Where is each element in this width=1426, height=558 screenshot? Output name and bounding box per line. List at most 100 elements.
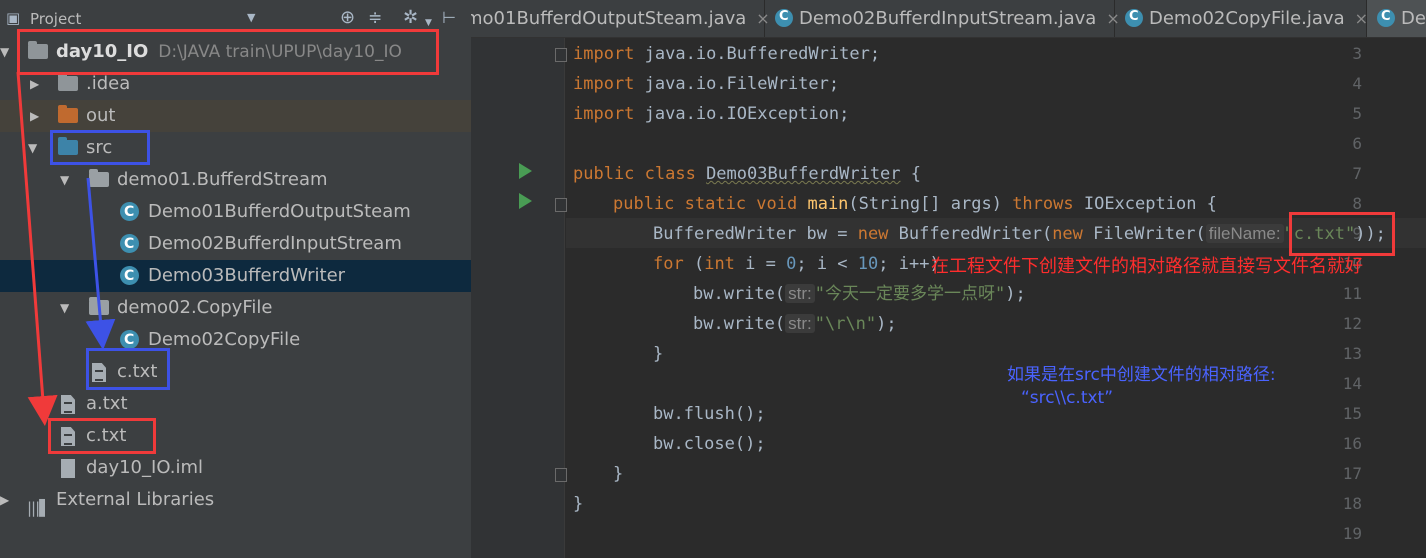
annotation-blue-note-1: 如果是在src中创建文件的相对路径:	[1007, 365, 1276, 385]
tree-item-class[interactable]: Demo02BufferdInputStream	[0, 228, 471, 260]
tree-item-label: day10_IO.iml	[86, 457, 204, 478]
code-line-15: bw.flush();	[653, 404, 766, 424]
java-class-icon	[775, 0, 793, 36]
code-line-10: for (int i = 0; i < 10; i++)	[653, 253, 940, 275]
collapsed-arrow-icon[interactable]: ▶	[30, 68, 39, 100]
tab-demo01[interactable]: mo01BufferdOutputSteam.java ×	[471, 0, 770, 37]
root-path: D:\JAVA train\UPUP\day10_IO	[158, 42, 402, 62]
code-editor[interactable]: 3 4 5 6 7 8 9 10 11 12 13 14 15 16 17 18…	[471, 38, 1426, 558]
expand-arrow-icon[interactable]: ▼	[60, 292, 69, 324]
code-text: bw.write(	[693, 314, 786, 334]
code-line-7: public class Demo03BufferdWriter {	[573, 163, 921, 185]
code-text: java.io.BufferedWriter;	[634, 44, 881, 64]
keyword: int	[704, 254, 735, 274]
line-number: 4	[1352, 74, 1362, 93]
hide-icon[interactable]: ⊢	[442, 8, 456, 28]
string-literal: "今天一定要多学一点呀"	[814, 284, 1006, 304]
java-class-icon	[1125, 0, 1143, 36]
expand-arrow-icon[interactable]: ▼	[0, 36, 9, 68]
code-text: java.io.IOException;	[634, 104, 850, 124]
tree-item-file[interactable]: a.txt	[0, 388, 471, 420]
module-folder-icon	[28, 41, 48, 59]
fold-marker-icon[interactable]	[555, 198, 567, 212]
project-view-icon[interactable]: ▣	[6, 8, 20, 28]
line-number: 11	[1342, 284, 1362, 303]
text-file-icon	[92, 363, 106, 382]
tree-item-label: src	[86, 137, 113, 158]
tab-label: Demo02CopyFile.java	[1149, 8, 1345, 29]
tree-item-package[interactable]: ▼ demo01.BufferdStream	[0, 164, 471, 196]
collapsed-arrow-icon[interactable]: ▶	[0, 484, 9, 516]
collapsed-arrow-icon[interactable]: ▶	[30, 100, 39, 132]
gear-chevron-icon[interactable]: ▼	[425, 13, 432, 33]
code-text: {	[900, 164, 922, 184]
code-text: java.io.FileWriter;	[634, 74, 840, 94]
tree-item-package[interactable]: ▼ demo02.CopyFile	[0, 292, 471, 324]
package-icon	[89, 169, 109, 187]
project-panel-header: ▣ Project ▼ ⊕ ≑ ✲ ▼ ⊢	[0, 0, 471, 38]
run-main-icon[interactable]	[519, 193, 532, 209]
locate-icon[interactable]: ⊕	[340, 8, 355, 28]
project-panel: ▣ Project ▼ ⊕ ≑ ✲ ▼ ⊢ ▼ day10_IO D:\JAVA …	[0, 0, 471, 558]
tab-demo03-active[interactable]: De	[1367, 0, 1426, 37]
tab-demo02-copyfile[interactable]: Demo02CopyFile.java ×	[1115, 0, 1368, 37]
tree-item-label: Demo01BufferdOutputSteam	[148, 201, 411, 222]
tree-item-label: .idea	[86, 73, 131, 94]
expand-arrow-icon[interactable]: ▼	[60, 164, 69, 196]
tree-item-class-selected[interactable]: Demo03BufferdWriter	[0, 260, 471, 292]
tree-item-src[interactable]: ▼ src	[0, 132, 471, 164]
run-class-icon[interactable]	[519, 163, 532, 179]
collapse-icon[interactable]: ≑	[368, 8, 382, 28]
parameter-hint: str:	[785, 284, 815, 303]
tree-root[interactable]: ▼ day10_IO D:\JAVA train\UPUP\day10_IO	[0, 36, 471, 68]
fold-marker-icon[interactable]	[555, 48, 567, 62]
code-line-18: }	[573, 494, 584, 514]
code-text: IOException {	[1073, 194, 1217, 214]
tab-demo02-input[interactable]: Demo02BufferdInputStream.java×	[765, 0, 1120, 37]
code-text: bw.write(	[693, 284, 786, 304]
fold-marker-icon[interactable]	[555, 468, 567, 482]
code-line-11: bw.write(str: "今天一定要多学一点呀");	[693, 283, 1026, 305]
parameter-hint: str:	[785, 314, 815, 333]
code-line-12: bw.write(str: "\r\n");	[693, 313, 897, 335]
tree-item-out[interactable]: ▶ out	[0, 100, 471, 132]
package-icon	[89, 297, 109, 315]
code-text: FileWriter(	[1082, 224, 1206, 244]
expand-arrow-icon[interactable]: ▼	[28, 132, 37, 164]
code-text: BufferedWriter bw =	[653, 224, 858, 244]
tree-item-file[interactable]: day10_IO.iml	[0, 452, 471, 484]
line-number: 15	[1342, 404, 1362, 423]
gear-icon[interactable]: ✲	[403, 8, 418, 28]
tree-item-class[interactable]: Demo02CopyFile	[0, 324, 471, 356]
string-literal: "\r\n"	[814, 314, 877, 334]
output-folder-icon	[58, 105, 78, 123]
text-file-icon	[61, 427, 75, 446]
tree-item-label: demo01.BufferdStream	[117, 169, 328, 190]
line-number: 5	[1352, 104, 1362, 123]
tree-item-label: External Libraries	[56, 489, 215, 510]
code-line-4: import java.io.FileWriter;	[573, 73, 839, 95]
close-icon[interactable]: ×	[1355, 9, 1368, 28]
tree-item-class[interactable]: Demo01BufferdOutputSteam	[0, 196, 471, 228]
tree-item-idea[interactable]: ▶ .idea	[0, 68, 471, 100]
code-text: (String[] args)	[848, 194, 1013, 214]
keyword: import	[573, 74, 635, 94]
tab-label: De	[1401, 8, 1426, 29]
keyword: new	[1052, 224, 1083, 244]
libraries-icon: |||▌	[27, 499, 51, 517]
method-name: main	[807, 194, 849, 214]
java-class-icon	[120, 260, 139, 292]
module-file-icon	[61, 459, 75, 478]
string-literal: "c.txt"	[1283, 224, 1356, 244]
tree-item-file[interactable]: c.txt	[0, 356, 471, 388]
project-panel-title[interactable]: Project	[30, 9, 81, 29]
code-line-3: import java.io.BufferedWriter;	[573, 43, 880, 65]
tree-item-libraries[interactable]: ▶ |||▌ External Libraries	[0, 484, 471, 517]
code-text: ));	[1355, 224, 1386, 244]
line-number: 7	[1352, 164, 1362, 183]
chevron-down-icon[interactable]: ▼	[247, 8, 255, 28]
line-number: 19	[1342, 524, 1362, 543]
tree-item-file[interactable]: c.txt	[0, 420, 471, 452]
class-name: Demo03BufferdWriter	[706, 164, 901, 184]
keyword: throws	[1012, 194, 1074, 214]
